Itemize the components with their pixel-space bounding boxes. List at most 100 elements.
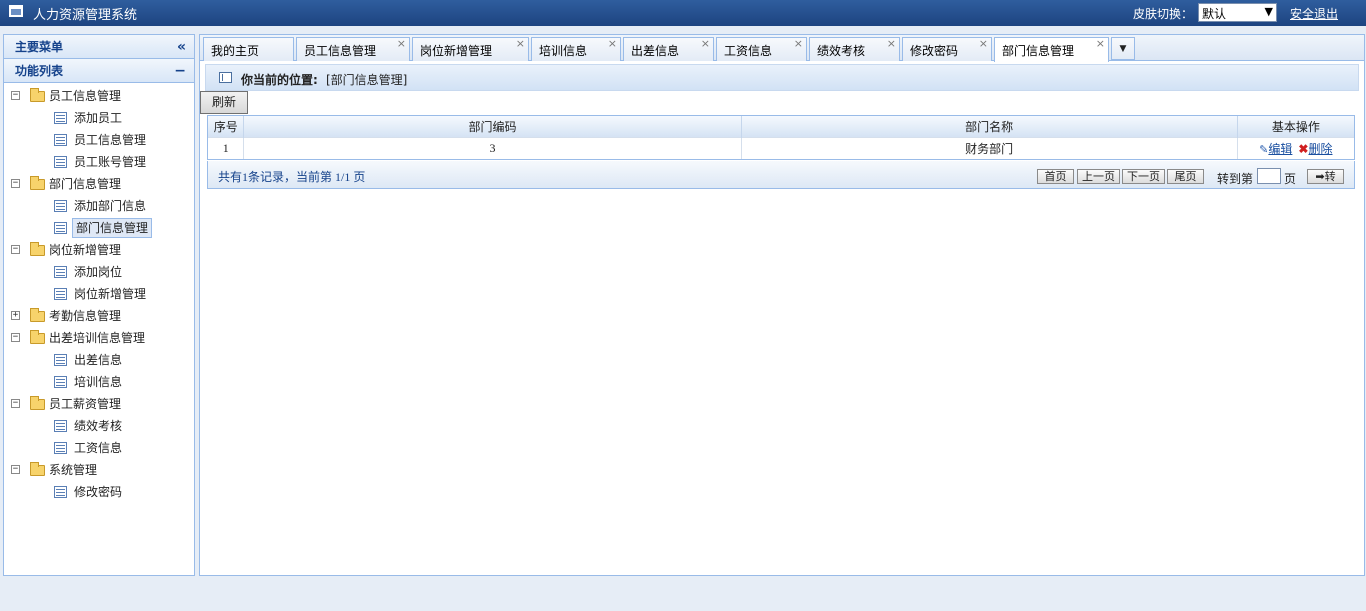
- tree-item-training-info[interactable]: 培训信息: [4, 371, 194, 393]
- tree-group-label: 岗位新增管理: [49, 243, 122, 257]
- tab-label: 培训信息: [539, 44, 588, 58]
- tab-home[interactable]: 我的主页: [203, 37, 294, 61]
- menu-tree: − 员工信息管理 添加员工 员工信息管理 员工账号管理 − 部门信息管理 添加部…: [4, 83, 194, 503]
- tree-group-salary[interactable]: − 员工薪资管理: [4, 393, 194, 415]
- last-page-button[interactable]: 尾页: [1167, 169, 1204, 184]
- goto-label: 转到第: [1217, 172, 1254, 186]
- tab-performance[interactable]: 绩效考核 ×: [809, 37, 900, 61]
- tab-employee-info[interactable]: 员工信息管理 ×: [296, 37, 410, 61]
- page-number-input[interactable]: [1257, 168, 1281, 184]
- tree-group-system[interactable]: − 系统管理: [4, 459, 194, 481]
- tree-group-label: 系统管理: [49, 463, 98, 477]
- tab-position[interactable]: 岗位新增管理 ×: [412, 37, 529, 61]
- tree-collapse-icon[interactable]: −: [11, 179, 20, 188]
- prev-page-button[interactable]: 上一页: [1077, 169, 1120, 184]
- table-icon: [54, 354, 67, 366]
- logout-link[interactable]: 安全退出: [1290, 5, 1338, 22]
- collapse-left-icon[interactable]: «: [177, 35, 186, 59]
- close-icon[interactable]: ×: [887, 37, 896, 50]
- tree-item-employee-account[interactable]: 员工账号管理: [4, 151, 194, 173]
- tree-item-employee-info[interactable]: 员工信息管理: [4, 129, 194, 151]
- folder-icon: [30, 176, 45, 190]
- tree-group-label: 员工信息管理: [49, 89, 122, 103]
- tab-label: 工资信息: [724, 44, 773, 58]
- tree-item-salary-info[interactable]: 工资信息: [4, 437, 194, 459]
- tree-item-label: 工资信息: [74, 441, 123, 455]
- tab-change-password[interactable]: 修改密码 ×: [902, 37, 992, 61]
- tree-item-label: 部门信息管理: [72, 218, 153, 238]
- tree-item-label: 岗位新增管理: [74, 287, 147, 301]
- tree-item-label: 员工信息管理: [74, 133, 147, 147]
- tree-group-employee-info[interactable]: − 员工信息管理: [4, 85, 194, 107]
- close-icon[interactable]: ×: [1096, 37, 1105, 50]
- tree-group-position[interactable]: − 岗位新增管理: [4, 239, 194, 261]
- tree-item-department-info[interactable]: 部门信息管理: [4, 217, 194, 239]
- tree-item-position-manage[interactable]: 岗位新增管理: [4, 283, 194, 305]
- tab-travel[interactable]: 出差信息 ×: [623, 37, 714, 61]
- tree-item-performance[interactable]: 绩效考核: [4, 415, 194, 437]
- tree-item-label: 修改密码: [74, 485, 123, 499]
- tab-label: 员工信息管理: [304, 44, 377, 58]
- table-icon: [54, 156, 67, 168]
- skin-switch-label: 皮肤切换：: [1133, 7, 1194, 21]
- tab-label: 我的主页: [211, 44, 260, 58]
- table-icon: [54, 486, 67, 498]
- skin-select[interactable]: 默认 ▼: [1198, 3, 1277, 22]
- close-icon[interactable]: ×: [516, 37, 525, 50]
- top-bar: 人力资源管理系统 皮肤切换： 默认 ▼ 安全退出: [0, 0, 1366, 26]
- tab-training[interactable]: 培训信息 ×: [531, 37, 621, 61]
- close-icon[interactable]: ×: [701, 37, 710, 50]
- tree-expand-icon[interactable]: +: [11, 311, 20, 320]
- tree-collapse-icon[interactable]: −: [11, 333, 20, 342]
- tree-collapse-icon[interactable]: −: [11, 91, 20, 100]
- edit-link[interactable]: 编辑: [1268, 142, 1292, 156]
- go-button[interactable]: ➡转: [1307, 169, 1344, 184]
- tree-item-add-position[interactable]: 添加岗位: [4, 261, 194, 283]
- close-icon[interactable]: ×: [794, 37, 803, 50]
- tree-group-travel-training[interactable]: − 出差培训信息管理: [4, 327, 194, 349]
- tree-item-travel-info[interactable]: 出差信息: [4, 349, 194, 371]
- table-icon: [54, 222, 67, 234]
- first-page-button[interactable]: 首页: [1037, 169, 1074, 184]
- cell-operations: ✎编辑 ✖删除: [1237, 136, 1354, 159]
- breadcrumb: 你当前的位置: [部门信息管理]: [205, 64, 1359, 91]
- cell-code: 3: [243, 136, 742, 159]
- folder-icon: [30, 308, 45, 322]
- tree-group-label: 员工薪资管理: [49, 397, 122, 411]
- tree-item-add-employee[interactable]: 添加员工: [4, 107, 194, 129]
- collapse-minus-icon[interactable]: −: [174, 59, 186, 83]
- next-page-button[interactable]: 下一页: [1122, 169, 1165, 184]
- tree-group-attendance[interactable]: + 考勤信息管理: [4, 305, 194, 327]
- tree-collapse-icon[interactable]: −: [11, 465, 20, 474]
- table-icon: [54, 200, 67, 212]
- tree-collapse-icon[interactable]: −: [11, 245, 20, 254]
- tree-item-add-department[interactable]: 添加部门信息: [4, 195, 194, 217]
- delete-link[interactable]: 删除: [1308, 142, 1332, 156]
- tree-item-label: 出差信息: [74, 353, 123, 367]
- tree-group-department[interactable]: − 部门信息管理: [4, 173, 194, 195]
- tree-item-change-password[interactable]: 修改密码: [4, 481, 194, 503]
- close-icon[interactable]: ×: [979, 37, 988, 50]
- folder-icon: [30, 88, 45, 102]
- table-row[interactable]: 1 3 财务部门 ✎编辑 ✖删除: [208, 136, 1354, 159]
- folder-icon: [30, 242, 45, 256]
- sidebar: 主要菜单 « 功能列表 − − 员工信息管理 添加员工 员工信息管理 员工账号管…: [3, 34, 195, 576]
- tab-dropdown-icon[interactable]: ▼: [1111, 37, 1135, 60]
- skin-select-value: 默认: [1202, 7, 1227, 21]
- cell-index: 1: [208, 136, 245, 159]
- column-header-index[interactable]: 序号: [208, 116, 245, 137]
- tree-group-label: 部门信息管理: [49, 177, 122, 191]
- refresh-button[interactable]: 刷新: [200, 91, 248, 114]
- chevron-down-icon: ▼: [1264, 5, 1273, 18]
- sidebar-title: 主要菜单: [15, 40, 64, 54]
- tab-salary[interactable]: 工资信息 ×: [716, 37, 807, 61]
- column-header-name[interactable]: 部门名称: [741, 116, 1238, 137]
- tab-department-info[interactable]: 部门信息管理 ×: [994, 37, 1109, 62]
- table-icon: [54, 288, 67, 300]
- pencil-icon[interactable]: ✎: [1259, 144, 1268, 156]
- close-icon[interactable]: ×: [608, 37, 617, 50]
- tree-collapse-icon[interactable]: −: [11, 399, 20, 408]
- close-icon[interactable]: ×: [397, 37, 406, 50]
- column-header-code[interactable]: 部门编码: [243, 116, 742, 137]
- delete-icon[interactable]: ✖: [1298, 142, 1308, 156]
